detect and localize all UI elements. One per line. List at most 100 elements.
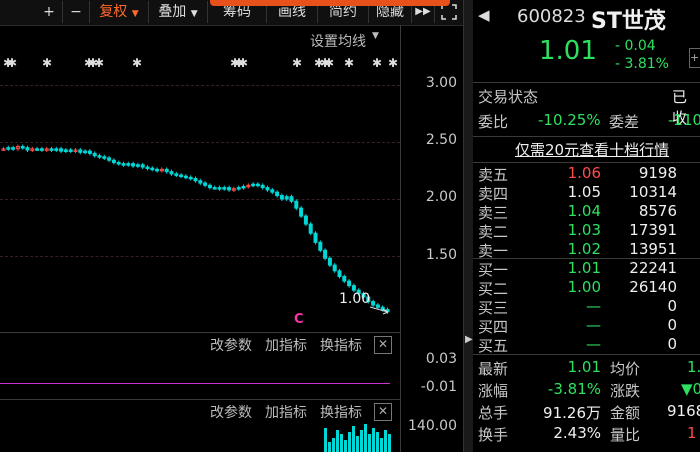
event-marker-icon[interactable]: ✱ xyxy=(292,56,302,70)
candle xyxy=(342,276,347,282)
volume-bar xyxy=(380,438,383,452)
bid-row[interactable]: 买三 — 0 xyxy=(473,297,700,317)
overlay-label: 叠加 xyxy=(158,4,187,20)
candle xyxy=(332,264,337,272)
candle xyxy=(279,195,284,200)
dividend-marker[interactable]: C xyxy=(294,312,304,327)
volume-label: 总手 xyxy=(478,404,509,422)
price-pointer-icon xyxy=(369,306,389,315)
bid-row[interactable]: 买四 — 0 xyxy=(473,316,700,336)
candle xyxy=(207,184,212,189)
candle xyxy=(375,304,380,308)
candle xyxy=(203,182,208,186)
event-marker-icon[interactable]: ✱ xyxy=(238,56,248,70)
bid-level-label: 买三 xyxy=(478,299,509,317)
event-marker-icon[interactable]: ✱ xyxy=(7,56,17,70)
candle xyxy=(193,177,198,182)
event-marker-icon[interactable]: ✱ xyxy=(388,56,398,70)
ask-price: 1.06 xyxy=(567,164,601,182)
candle xyxy=(255,183,260,187)
last-price-label: 1.00 xyxy=(339,291,371,307)
event-marker-icon[interactable]: ✱ xyxy=(132,56,142,70)
switch-indicator-button[interactable]: 换指标 xyxy=(320,402,362,422)
candle xyxy=(188,176,193,180)
volume-bar xyxy=(340,434,343,452)
zoom-out-button[interactable]: − xyxy=(63,1,90,23)
candle xyxy=(313,232,318,243)
trade-status-row: 交易状态 已收 xyxy=(473,86,700,127)
ask-row[interactable]: 卖二 1.03 17391 xyxy=(473,221,700,241)
candle xyxy=(6,147,11,150)
chevron-down-icon: ▼ xyxy=(190,9,198,19)
close-icon[interactable]: ✕ xyxy=(374,403,392,421)
ask-row[interactable]: 卖三 1.04 8576 xyxy=(473,202,700,222)
candle xyxy=(275,191,280,197)
back-arrow-icon[interactable]: ◀ xyxy=(478,6,490,24)
event-marker-icon[interactable]: ✱ xyxy=(372,56,382,70)
zoom-in-button[interactable]: + xyxy=(36,1,63,23)
event-marker-icon[interactable]: ✱ xyxy=(42,56,52,70)
y-tick-label: 2.50 xyxy=(425,132,457,148)
candle xyxy=(217,187,222,190)
volume-panel-header: 改参数 加指标 换指标 ✕ xyxy=(0,399,400,422)
candle xyxy=(222,187,227,190)
candle xyxy=(260,184,265,189)
bid-row[interactable]: 买二 1.00 26140 xyxy=(473,278,700,298)
candle xyxy=(183,175,188,179)
volume-value: 91.26万 xyxy=(543,404,601,422)
volume-row: 总手 91.26万 金额 9168 xyxy=(473,402,700,426)
bid-row[interactable]: 买五 — 0 xyxy=(473,335,700,355)
candle xyxy=(155,168,160,172)
bid-price: 1.00 xyxy=(567,278,601,296)
expand-button[interactable]: + xyxy=(689,48,700,68)
ask-row[interactable]: 卖四 1.05 10314 xyxy=(473,183,700,203)
event-marker-icon[interactable]: ✱ xyxy=(324,56,334,70)
volume-bar xyxy=(388,434,391,452)
ask-price: 1.04 xyxy=(567,202,601,220)
switch-indicator-button[interactable]: 换指标 xyxy=(320,335,362,355)
volume-bar xyxy=(324,428,327,452)
bid-row[interactable]: 买一 1.01 22241 xyxy=(473,259,700,279)
ask-row[interactable]: 卖五 1.06 9198 xyxy=(473,164,700,184)
close-icon[interactable]: ✕ xyxy=(374,336,392,354)
candle xyxy=(131,163,136,167)
avg-label: 均价 xyxy=(610,360,641,378)
event-marker-icon[interactable]: ✱ xyxy=(344,56,354,70)
change-params-button[interactable]: 改参数 xyxy=(210,335,252,355)
candle xyxy=(63,149,68,152)
volume-bar xyxy=(352,426,355,452)
level10-promo-link[interactable]: 仅需20元查看十档行情 xyxy=(515,139,669,160)
volume-bar xyxy=(356,436,359,452)
candle xyxy=(323,249,328,259)
candle xyxy=(270,189,275,193)
add-indicator-button[interactable]: 加指标 xyxy=(265,335,307,355)
ask-price: 1.05 xyxy=(567,183,601,201)
collapse-arrow-icon[interactable]: ▶ xyxy=(465,334,473,345)
candle xyxy=(371,301,376,306)
stock-code: 600823 xyxy=(517,6,586,27)
bid-volume: 22241 xyxy=(629,259,677,277)
overlay-dropdown[interactable]: 叠加 ▼ xyxy=(149,1,208,23)
candle xyxy=(145,166,150,170)
candle xyxy=(126,163,131,166)
fuquan-dropdown[interactable]: 复权 ▼ xyxy=(90,1,149,23)
candle xyxy=(54,148,59,151)
change-params-button[interactable]: 改参数 xyxy=(210,402,252,422)
volume-bar xyxy=(344,440,347,452)
candle xyxy=(39,148,44,151)
notification-banner[interactable] xyxy=(210,0,450,6)
candle xyxy=(308,223,313,234)
add-indicator-button[interactable]: 加指标 xyxy=(265,402,307,422)
indicator-y-bottom: -0.01 xyxy=(420,379,457,395)
kline-chart[interactable]: 设置均线 ▼ ✱ ✱ ✱ ✱ ✱ ✱ ✱ ✱ ✱ ✱ ✱ ✱ ✱ ✱ ✱ ✱ ✱ 1.00 C xyxy=(0,25,463,332)
ask-row[interactable]: 卖一 1.02 13951 xyxy=(473,240,700,260)
volume-bar xyxy=(348,432,351,452)
candle xyxy=(337,270,342,278)
candle xyxy=(265,187,270,191)
ask-volume: 9198 xyxy=(638,164,677,182)
candle xyxy=(140,164,145,168)
bid-level-label: 买五 xyxy=(478,337,509,355)
volume-y-top: 140.00 xyxy=(408,418,457,434)
event-marker-icon[interactable]: ✱ xyxy=(94,56,104,70)
candle xyxy=(116,162,121,165)
